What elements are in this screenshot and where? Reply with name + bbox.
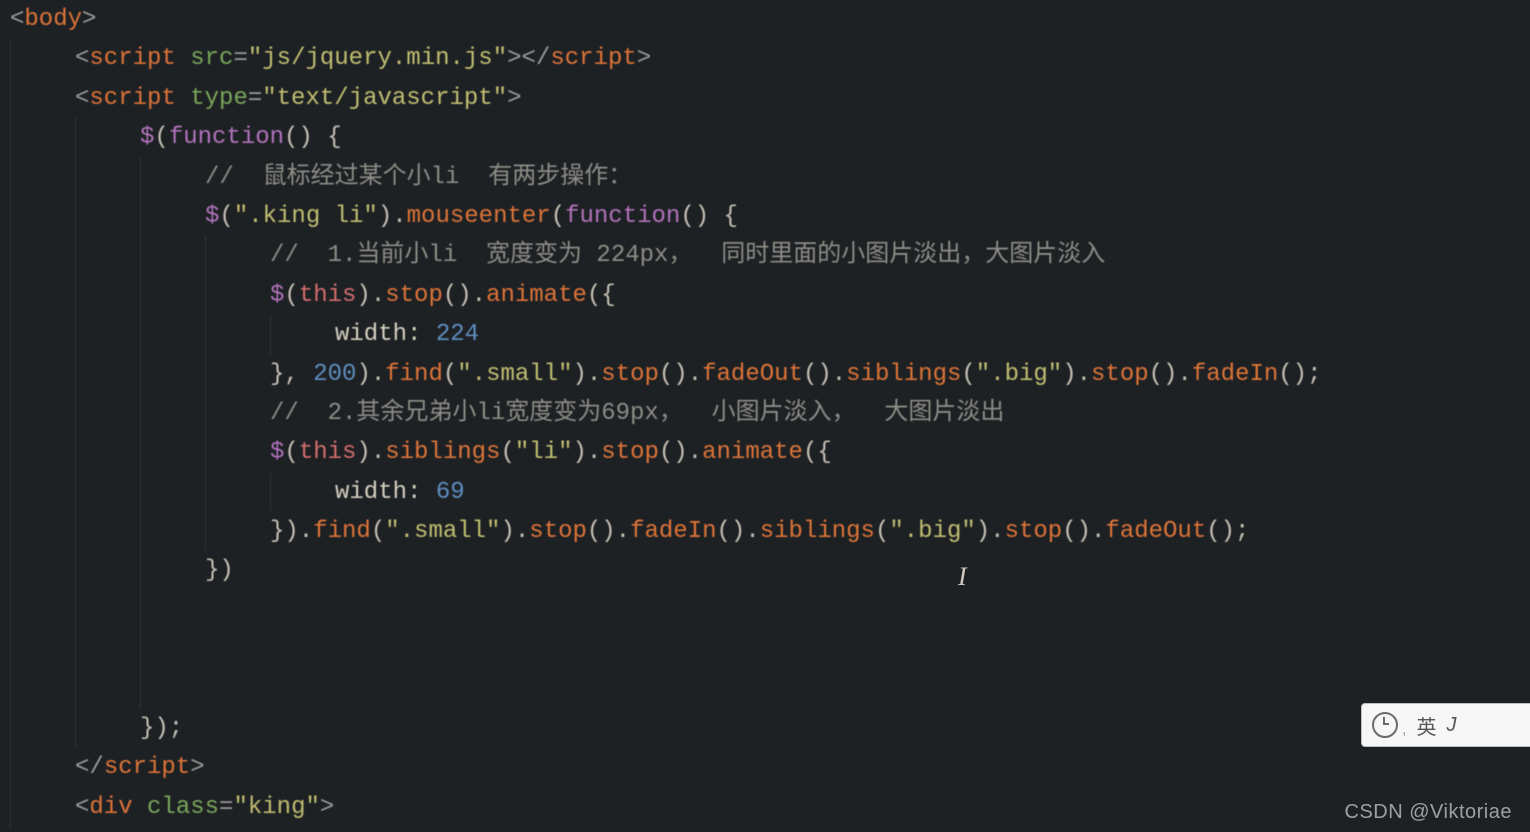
code-line[interactable]: <div class="king"> [0,788,1530,827]
code-line[interactable] [0,630,1530,669]
code-editor[interactable]: <body><script src="js/jquery.min.js"></s… [0,0,1530,832]
text-cursor-icon: I [958,562,967,592]
clock-icon [1372,712,1398,738]
code-line[interactable]: <body> [0,0,1530,39]
code-line[interactable]: $(function() { [0,118,1530,157]
code-line[interactable]: }) [0,551,1530,590]
code-line[interactable]: <script src="js/jquery.min.js"></script> [0,39,1530,78]
code-line[interactable]: <script type="text/javascript"> [0,79,1530,118]
code-line[interactable]: width: 69 [0,473,1530,512]
ime-label: 英 [1416,711,1436,740]
code-line[interactable]: $(this).stop().animate({ [0,276,1530,315]
code-line[interactable]: }).find(".small").stop().fadeIn().siblin… [0,512,1530,551]
code-line[interactable]: // 鼠标经过某个小li 有两步操作： [0,158,1530,197]
ime-toolbar[interactable]: , 英 J [1361,703,1530,747]
code-line[interactable]: $(this).siblings("li").stop().animate({ [0,433,1530,472]
code-block[interactable]: <body><script src="js/jquery.min.js"></s… [0,0,1530,827]
code-line[interactable]: $(".king li").mouseenter(function() { [0,197,1530,236]
code-line[interactable]: // 2.其余兄弟小li宽度变为69px， 小图片淡入， 大图片淡出 [0,394,1530,433]
code-line[interactable] [0,670,1530,709]
code-line[interactable]: </script> [0,748,1530,787]
watermark: CSDN @Viktoriae [1345,801,1512,824]
code-line[interactable]: width: 224 [0,315,1530,354]
code-line[interactable]: }, 200).find(".small").stop().fadeOut().… [0,355,1530,394]
code-line[interactable]: }); [0,709,1530,748]
code-line[interactable] [0,591,1530,630]
separator-icon: , [1402,721,1406,739]
ime-suffix: J [1446,714,1456,737]
code-line[interactable]: // 1.当前小li 宽度变为 224px， 同时里面的小图片淡出，大图片淡入 [0,236,1530,275]
